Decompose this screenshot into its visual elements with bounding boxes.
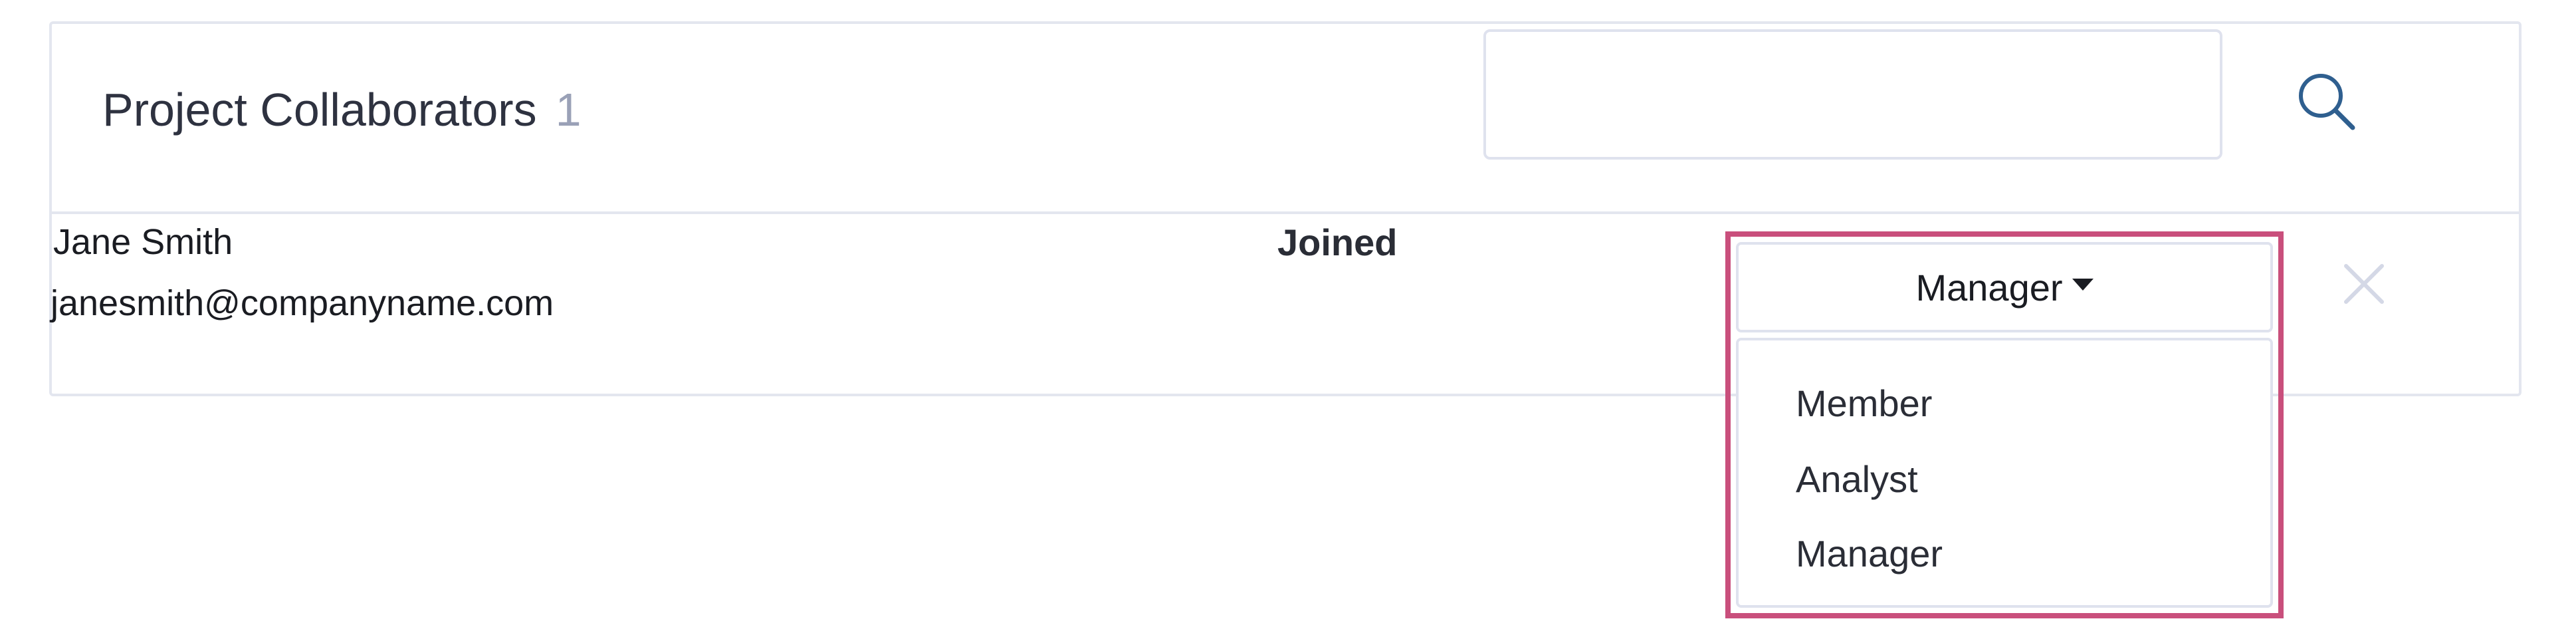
dropdown-option-member[interactable]: Member xyxy=(1796,382,1932,426)
collaborator-email: janesmith@companyname.com xyxy=(51,283,554,323)
role-dropdown-button[interactable]: Manager xyxy=(1736,242,2273,332)
collaborator-count: 1 xyxy=(555,84,582,136)
role-dropdown-label: Manager xyxy=(1915,266,2063,309)
collaborator-status: Joined xyxy=(1277,221,1398,263)
panel-title: Project Collaborators 1 xyxy=(102,82,582,137)
page: Project Collaborators 1 Jane Smith janesm… xyxy=(0,0,2576,635)
search-input[interactable] xyxy=(1483,29,2222,160)
caret-down-icon xyxy=(2072,279,2093,291)
close-icon[interactable] xyxy=(2339,259,2389,309)
role-dropdown-menu: Member Analyst Manager xyxy=(1736,338,2273,608)
dropdown-option-analyst[interactable]: Analyst xyxy=(1796,457,1918,501)
search-icon[interactable] xyxy=(2290,65,2363,138)
collaborator-name: Jane Smith xyxy=(53,222,233,262)
panel-title-text: Project Collaborators xyxy=(102,84,537,136)
dropdown-option-manager[interactable]: Manager xyxy=(1796,532,1943,576)
